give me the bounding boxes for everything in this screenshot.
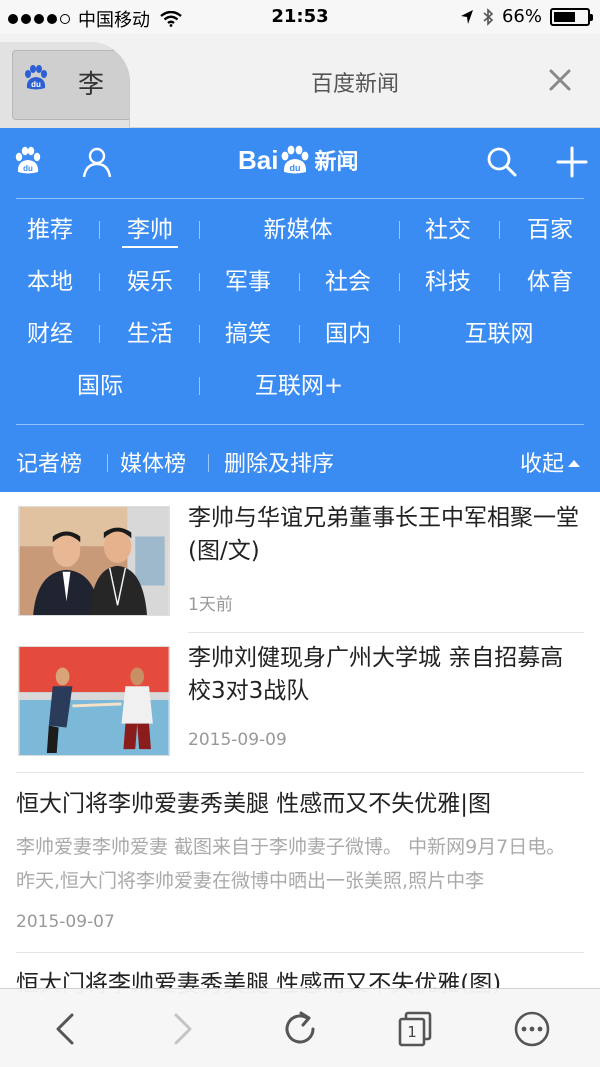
divider (399, 221, 400, 239)
category-tab[interactable]: 搞笑 (220, 316, 276, 352)
divider (199, 273, 200, 291)
media-ranking-link[interactable]: 媒体榜 (120, 446, 186, 478)
divider (499, 273, 500, 291)
divider (199, 377, 200, 395)
tab-count: 1 (407, 1023, 417, 1041)
category-tab[interactable]: 娱乐 (122, 264, 178, 300)
news-thumbnail-image (18, 506, 170, 616)
more-options-icon[interactable] (512, 1009, 552, 1049)
top-nav: du Bai du 新闻 (0, 128, 600, 198)
news-title: 李帅与华谊兄弟董事长王中军相聚一堂(图/文) (188, 505, 579, 564)
status-bar: 中国移动 21:53 66% (0, 0, 600, 34)
divider (16, 952, 584, 953)
divider (208, 454, 209, 472)
tab-preview-thumbnail[interactable]: du 李 (0, 42, 130, 128)
forward-arrow-icon[interactable] (162, 1009, 202, 1049)
divider (99, 273, 100, 291)
category-tab[interactable]: 体育 (522, 264, 578, 300)
browser-toolbar: 1 (0, 988, 600, 1067)
user-icon[interactable] (82, 146, 112, 178)
tab-title: 百度新闻 (310, 72, 399, 97)
baidu-paw-logo-icon: du (282, 145, 309, 174)
logo-bai: Bai (238, 144, 279, 175)
news-thumbnail-image (18, 646, 170, 756)
tab-preview-text: 李 (78, 70, 105, 100)
divider (299, 273, 300, 291)
baidu-news-logo: Bai du 新闻 (238, 144, 358, 176)
caret-up-icon (568, 459, 580, 467)
logo-du: du (290, 163, 301, 173)
news-header: du Bai du 新闻 推荐 李帅 新媒体 社交 百家 本地 娱乐 军事 社会… (0, 128, 600, 492)
tabs-button[interactable]: 1 (396, 1009, 436, 1049)
category-tab[interactable]: 互联网+ (240, 368, 358, 404)
divider (99, 325, 100, 343)
category-tab[interactable]: 新媒体 (240, 212, 356, 248)
divider (99, 221, 100, 239)
browser-tab-bar: du 李 百度新闻 (0, 34, 600, 128)
bluetooth-icon (483, 7, 494, 26)
add-channel-icon[interactable] (556, 146, 588, 178)
battery-percent: 66% (501, 6, 542, 27)
news-time: 2015-09-09 (188, 730, 287, 750)
divider (199, 325, 200, 343)
category-tab[interactable]: 财经 (22, 316, 78, 352)
category-tab[interactable]: 国际 (40, 368, 160, 404)
search-icon[interactable] (486, 146, 518, 178)
svg-text:du: du (31, 80, 41, 89)
category-tab[interactable]: 社交 (420, 212, 476, 248)
news-title: 恒大门将李帅爱妻秀美腿 性感而又不失优雅|图 (16, 791, 492, 817)
divider (188, 632, 584, 633)
category-tab[interactable]: 军事 (220, 264, 276, 300)
news-time: 1天前 (188, 595, 233, 615)
category-tab[interactable]: 生活 (122, 316, 178, 352)
news-time: 2015-09-07 (16, 912, 115, 932)
divider (399, 325, 400, 343)
battery-level (554, 11, 576, 22)
category-tab[interactable]: 社会 (320, 264, 376, 300)
location-arrow-icon (460, 9, 473, 24)
logo-news: 新闻 (314, 150, 359, 175)
category-tab[interactable]: 本地 (22, 264, 78, 300)
delete-and-sort-link[interactable]: 删除及排序 (224, 446, 334, 478)
refresh-icon[interactable] (280, 1009, 320, 1049)
divider (107, 454, 108, 472)
back-arrow-icon[interactable] (46, 1009, 86, 1049)
category-tab[interactable]: 百家 (522, 212, 578, 248)
category-tab[interactable]: 推荐 (22, 212, 78, 248)
svg-text:du: du (23, 164, 33, 173)
collapse-label: 收起 (519, 452, 564, 477)
category-tab-active[interactable]: 李帅 (122, 212, 178, 248)
reporters-ranking-link[interactable]: 记者榜 (16, 446, 82, 478)
category-tab[interactable]: 科技 (420, 264, 476, 300)
collapse-button[interactable]: 收起 (520, 446, 580, 478)
channel-subbar: 记者榜 媒体榜 删除及排序 收起 (0, 444, 600, 484)
news-title: 李帅刘健现身广州大学城 亲自招募高校3对3战队 (188, 645, 564, 704)
news-summary: 李帅爱妻李帅爱妻 截图来自于李帅妻子微博。 中新网9月7日电。昨天,恒大门将李帅… (16, 836, 566, 892)
divider (16, 424, 584, 425)
battery-icon (550, 7, 593, 26)
divider (499, 221, 500, 239)
category-tab[interactable]: 互联网 (440, 316, 558, 352)
divider (399, 273, 400, 291)
baidu-paw-icon: du (25, 65, 47, 90)
divider (16, 772, 584, 773)
divider (16, 198, 584, 199)
category-tab[interactable]: 国内 (320, 316, 376, 352)
baidu-paw-icon[interactable]: du (14, 146, 42, 176)
divider (299, 325, 300, 343)
close-icon[interactable] (546, 66, 574, 94)
divider (199, 221, 200, 239)
